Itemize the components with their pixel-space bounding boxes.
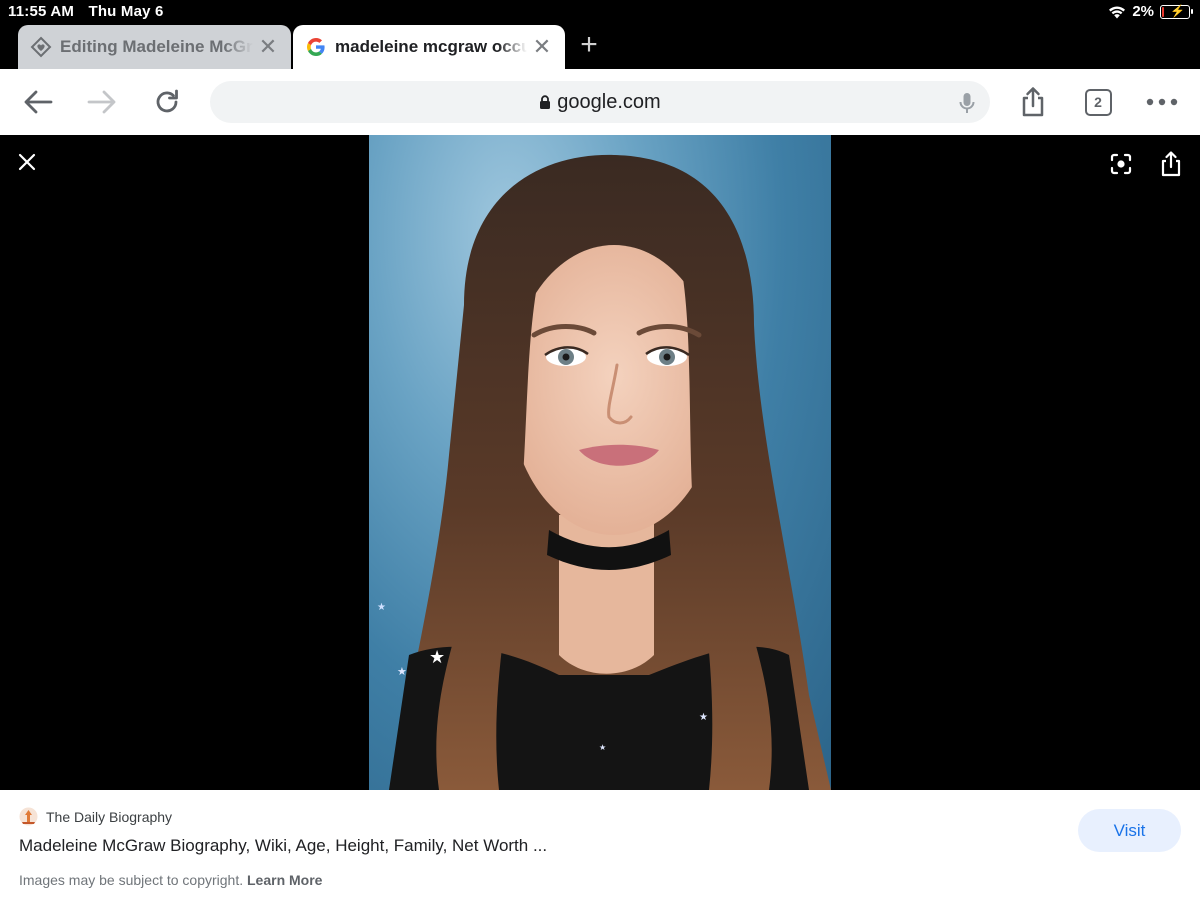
svg-text:★: ★: [599, 743, 606, 752]
close-viewer-button[interactable]: [15, 150, 39, 174]
charging-bolt-icon: ⚡: [1170, 3, 1185, 18]
reload-icon: [156, 89, 178, 113]
menu-button[interactable]: [1144, 84, 1180, 120]
image-info-panel: The Daily Biography Madeleine McGraw Bio…: [0, 790, 1200, 900]
close-icon: [18, 153, 36, 171]
share-icon: [1161, 151, 1181, 177]
battery-icon: ⚡: [1160, 3, 1193, 19]
tab-close-icon[interactable]: ✕: [531, 34, 553, 59]
google-g-icon: [305, 36, 327, 58]
source-site[interactable]: The Daily Biography: [19, 807, 172, 826]
tab-close-icon[interactable]: ✕: [257, 34, 279, 59]
site-favicon-icon: [19, 807, 38, 826]
address-bar[interactable]: google.com: [210, 81, 990, 123]
image-viewer: ★ ★ ★ ★ ★: [0, 135, 1200, 790]
lens-button[interactable]: [1109, 152, 1133, 176]
tab-strip: Editing Madeleine McGraw ✕ madeleine mcg…: [0, 24, 1200, 69]
status-date: Thu May 6: [88, 3, 164, 20]
google-lens-icon: [1110, 153, 1132, 175]
back-arrow-icon: [24, 90, 53, 114]
wifi-icon: [1109, 6, 1126, 18]
tab-title: Editing Madeleine McGraw: [60, 37, 253, 56]
result-title-link[interactable]: Madeleine McGraw Biography, Wiki, Age, H…: [19, 836, 547, 856]
tab-count-icon: 2: [1084, 88, 1112, 116]
more-dots-icon: [1146, 98, 1178, 106]
reload-button[interactable]: [149, 84, 185, 120]
copyright-text: Images may be subject to copyright.: [19, 872, 247, 888]
tab-title: madeleine mcgraw occupation: [335, 37, 527, 56]
forward-button[interactable]: [84, 84, 120, 120]
tab-editing-madeleine[interactable]: Editing Madeleine McGraw ✕: [18, 25, 291, 69]
svg-text:★: ★: [429, 647, 445, 668]
tab-google-search[interactable]: madeleine mcgraw occupation ✕: [293, 25, 565, 69]
svg-text:★: ★: [397, 665, 407, 678]
battery-percent: 2%: [1132, 3, 1154, 20]
svg-text:★: ★: [377, 602, 386, 613]
visit-button[interactable]: Visit: [1078, 809, 1181, 852]
portrait-photo[interactable]: ★ ★ ★ ★ ★: [369, 135, 831, 790]
learn-more-link[interactable]: Learn More: [247, 872, 322, 888]
new-tab-button[interactable]: +: [574, 30, 604, 60]
diamond-heart-icon: [30, 36, 52, 58]
share-button[interactable]: [1015, 84, 1051, 120]
svg-text:★: ★: [699, 712, 708, 723]
share-icon: [1022, 87, 1044, 117]
status-time: 11:55 AM: [8, 3, 75, 20]
back-button[interactable]: [20, 84, 56, 120]
portrait-illustration: ★ ★ ★ ★ ★: [377, 154, 831, 790]
forward-arrow-icon: [87, 90, 116, 114]
battery-level: [1162, 6, 1165, 17]
share-image-button[interactable]: [1159, 151, 1183, 177]
microphone-icon[interactable]: [958, 91, 976, 121]
lock-icon: [539, 95, 551, 109]
browser-toolbar: google.com 2: [0, 69, 1200, 135]
url-text: google.com: [557, 90, 661, 113]
tab-switcher-button[interactable]: 2: [1080, 84, 1116, 120]
status-bar: 11:55 AM Thu May 6 2% ⚡: [0, 0, 1200, 24]
copyright-notice: Images may be subject to copyright. Lear…: [19, 872, 322, 888]
source-name: The Daily Biography: [46, 808, 173, 825]
